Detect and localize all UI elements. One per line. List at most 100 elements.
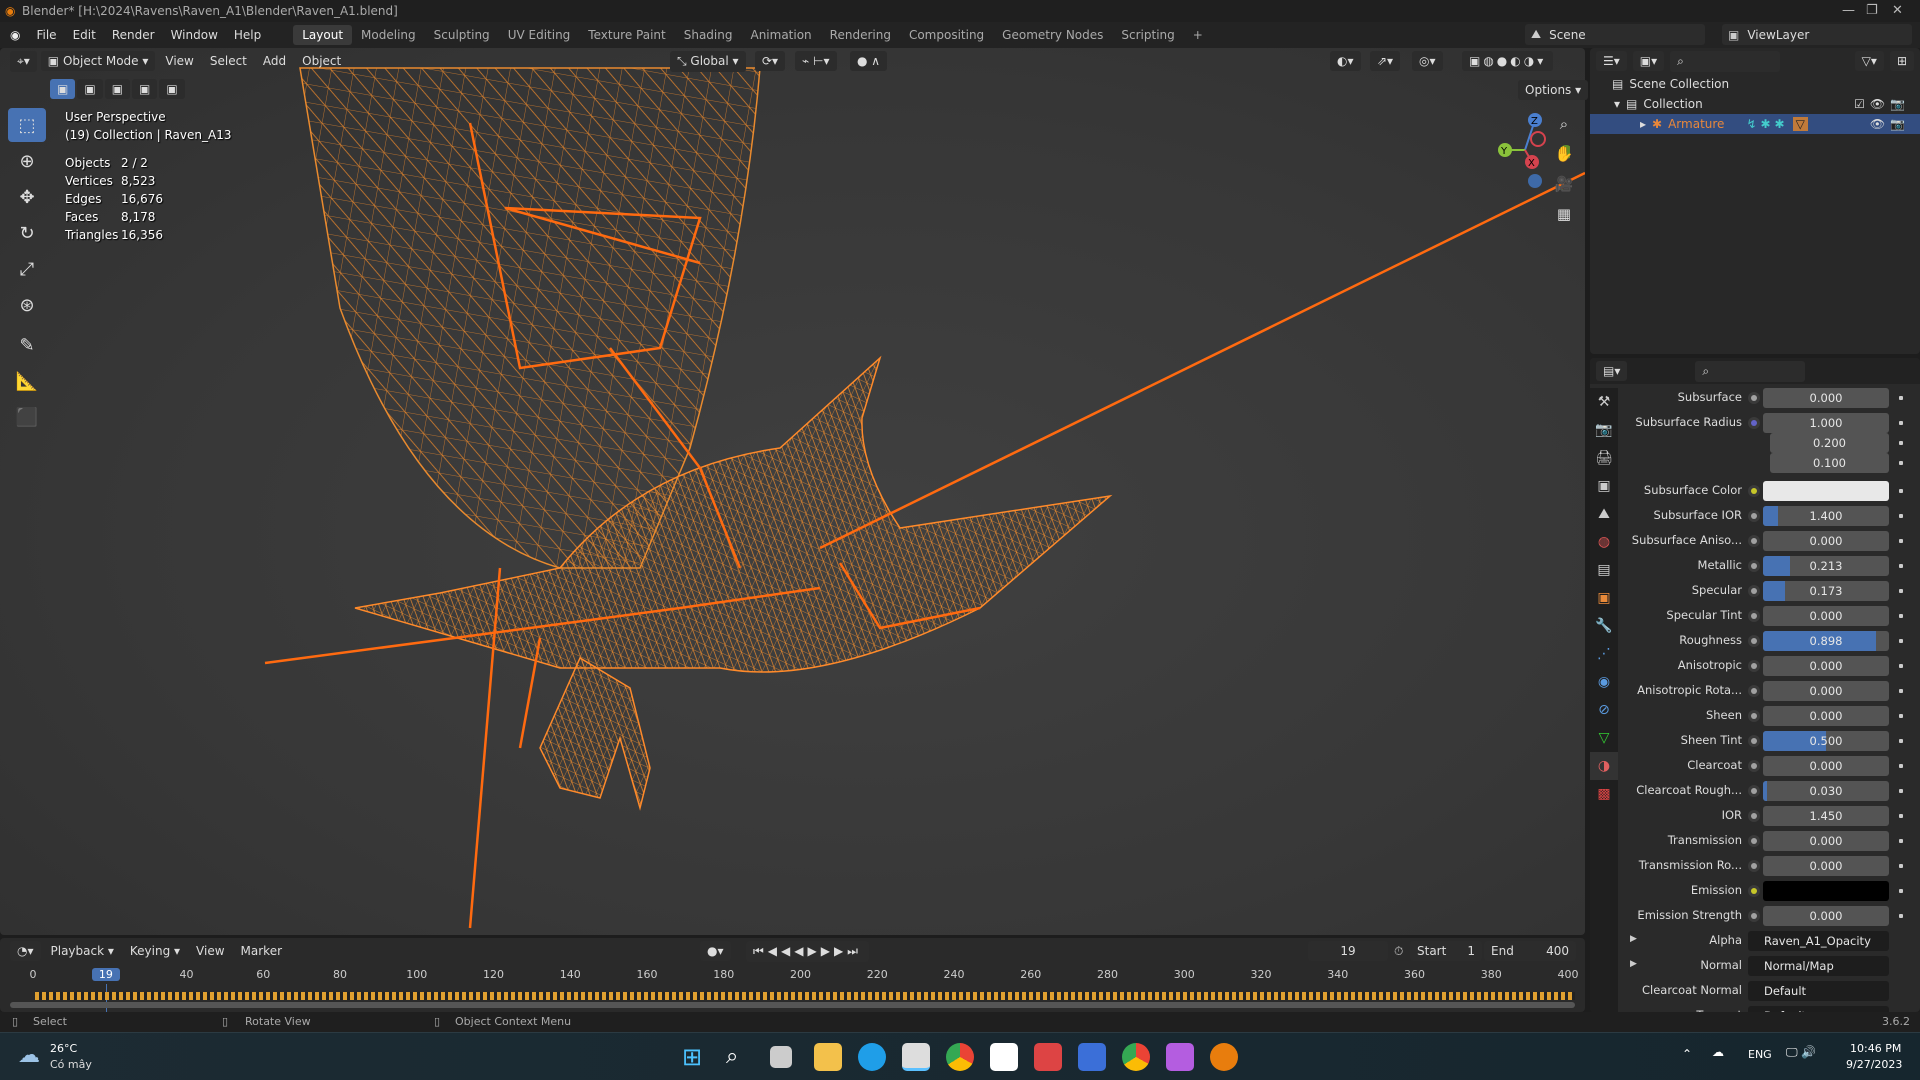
value-slider[interactable]: 0.000 [1763, 606, 1889, 626]
linked-input-field[interactable]: Default [1748, 981, 1889, 1001]
texture-tab-icon[interactable]: ▩ [1590, 780, 1618, 808]
menu-add[interactable]: Add [257, 51, 292, 71]
timeline-view-menu[interactable]: View [190, 941, 230, 961]
display-mode-icon[interactable]: ☰▾ [1596, 51, 1627, 71]
socket-icon[interactable] [1748, 785, 1760, 797]
tray-overflow-icon[interactable]: ⌃ [1682, 1047, 1692, 1061]
keyframe-dot-icon[interactable] [1899, 539, 1903, 543]
editor-type-button[interactable]: ⌖▾ [10, 50, 37, 72]
gizmo-toggle-icon[interactable]: ⇗▾ [1370, 51, 1401, 71]
maximize-button[interactable]: ❐ [1866, 0, 1878, 22]
zoom-icon[interactable]: ⌕ [1550, 110, 1578, 138]
blender-taskbar-icon[interactable] [1210, 1043, 1238, 1071]
task-view-icon[interactable] [770, 1046, 792, 1068]
tab-rendering[interactable]: Rendering [821, 25, 900, 45]
scale-tool-icon[interactable]: ⤢ [8, 252, 46, 286]
visibility-icon[interactable]: ◐▾ [1330, 51, 1361, 71]
transform-orientation-dropdown[interactable]: ⤡ Global ▾ [670, 50, 746, 72]
end-frame-field[interactable]: End 400 [1484, 941, 1576, 961]
select-box-tool-icon[interactable]: ⬚ [8, 108, 46, 142]
tab-uv-editing[interactable]: UV Editing [499, 25, 580, 45]
select-extend-icon[interactable]: ▣ [77, 79, 103, 99]
keyframe-dot-icon[interactable] [1899, 421, 1903, 425]
particles-tab-icon[interactable]: ⋰ [1590, 640, 1618, 668]
tab-sculpting[interactable]: Sculpting [425, 25, 499, 45]
select-subtract-icon[interactable]: ▣ [104, 79, 131, 99]
value-slider[interactable]: 1.450 [1763, 806, 1889, 826]
menu-file[interactable]: File [28, 28, 64, 42]
socket-icon[interactable] [1748, 417, 1760, 429]
keyframe-dot-icon[interactable] [1899, 441, 1903, 445]
filter-icon[interactable]: ▽▾ [1854, 51, 1884, 71]
tab-geometry-nodes[interactable]: Geometry Nodes [993, 25, 1112, 45]
collection-tab-icon[interactable]: ▤ [1590, 556, 1618, 584]
menu-edit[interactable]: Edit [65, 28, 104, 42]
constraints-tab-icon[interactable]: ⊘ [1590, 696, 1618, 724]
cursor-tool-icon[interactable]: ⊕ [8, 144, 46, 178]
menu-window[interactable]: Window [163, 28, 226, 42]
proportional-edit-icon[interactable]: ● ∧ [850, 51, 888, 71]
socket-icon[interactable] [1748, 610, 1760, 622]
current-frame-field[interactable]: 19 [1308, 941, 1388, 961]
mail-app-icon[interactable] [1078, 1043, 1106, 1071]
socket-icon[interactable] [1748, 835, 1760, 847]
keyframe-dot-icon[interactable] [1899, 789, 1903, 793]
keyframe-dot-icon[interactable] [1899, 914, 1903, 918]
network-volume-icon[interactable]: 🖵 🔊 [1786, 1045, 1816, 1060]
keyframe-dot-icon[interactable] [1899, 489, 1903, 493]
minimize-button[interactable]: — [1842, 0, 1855, 22]
current-frame-marker[interactable]: 19 [91, 968, 120, 981]
socket-icon[interactable] [1748, 510, 1760, 522]
socket-icon[interactable] [1748, 910, 1760, 922]
color-swatch[interactable] [1763, 481, 1889, 501]
chrome-icon[interactable] [946, 1043, 974, 1071]
socket-icon[interactable] [1748, 485, 1760, 497]
value-slider[interactable]: 0.213 [1763, 556, 1889, 576]
value-slider[interactable]: 0.030 [1763, 781, 1889, 801]
color-swatch[interactable] [1763, 881, 1889, 901]
camera-view-icon[interactable]: 🎥 [1550, 170, 1578, 198]
keyframe-dot-icon[interactable] [1899, 714, 1903, 718]
keyframe-dot-icon[interactable] [1899, 889, 1903, 893]
expand-arrow-icon[interactable]: ▶ [1630, 959, 1637, 969]
annotate-tool-icon[interactable]: ✎ [8, 328, 46, 362]
keyframe-dot-icon[interactable] [1899, 764, 1903, 768]
value-field[interactable]: 0.100 [1770, 453, 1889, 473]
tab-shading[interactable]: Shading [675, 25, 742, 45]
move-tool-icon[interactable]: ✥ [8, 180, 46, 214]
tab-animation[interactable]: Animation [741, 25, 820, 45]
store-icon[interactable] [990, 1043, 1018, 1071]
shading-mode-buttons[interactable]: ▣◍●◐◑▾ [1462, 51, 1554, 71]
menu-render[interactable]: Render [104, 28, 163, 42]
transform-tool-icon[interactable]: ⊛ [8, 288, 46, 322]
expand-arrow-icon[interactable]: ▶ [1630, 934, 1637, 944]
start-menu-icon[interactable]: ⊞ [682, 1043, 710, 1071]
socket-icon[interactable] [1748, 760, 1760, 772]
tool-tab-icon[interactable]: ⚒ [1590, 388, 1618, 416]
select-intersect-icon[interactable]: ▣ [159, 79, 185, 99]
file-explorer-icon[interactable] [814, 1043, 842, 1071]
render-tab-icon[interactable]: 📷 [1590, 416, 1618, 444]
view-layer-selector[interactable]: ▣ ViewLayer [1722, 24, 1912, 45]
start-frame-field[interactable]: Start 1 [1410, 941, 1482, 961]
tab-scripting[interactable]: Scripting [1112, 25, 1183, 45]
playback-menu[interactable]: Playback ▾ [45, 941, 120, 961]
menu-help[interactable]: Help [226, 28, 269, 42]
outliner-search-input[interactable]: ⌕ [1670, 50, 1781, 72]
select-new-icon[interactable]: ▣ [50, 79, 76, 99]
outliner-collection[interactable]: ▾ ▤ Collection ☑👁📷 [1590, 94, 1920, 114]
data-tab-icon[interactable]: ▽ [1590, 724, 1618, 752]
keyframe-dot-icon[interactable] [1899, 514, 1903, 518]
view-layer-filter-icon[interactable]: ▣▾ [1632, 51, 1665, 71]
output-tab-icon[interactable]: 🖨 [1590, 444, 1618, 472]
pan-hand-icon[interactable]: ✋ [1550, 140, 1578, 168]
keyframe-dot-icon[interactable] [1899, 839, 1903, 843]
weather-desc[interactable]: Có mây [50, 1058, 92, 1071]
timeline-scrollbar[interactable] [10, 1002, 1575, 1008]
search-icon[interactable]: ⌕ [726, 1043, 754, 1071]
ortho-grid-icon[interactable]: ▦ [1550, 200, 1578, 228]
snipping-tool-icon[interactable] [902, 1043, 930, 1071]
keyframe-dot-icon[interactable] [1899, 689, 1903, 693]
linked-input-field[interactable]: Normal/Map [1748, 956, 1889, 976]
frame-ruler[interactable]: 0 19 40 60 80 100 120 140 160 180 200 220 240 260 280 3… [0, 966, 1585, 1014]
